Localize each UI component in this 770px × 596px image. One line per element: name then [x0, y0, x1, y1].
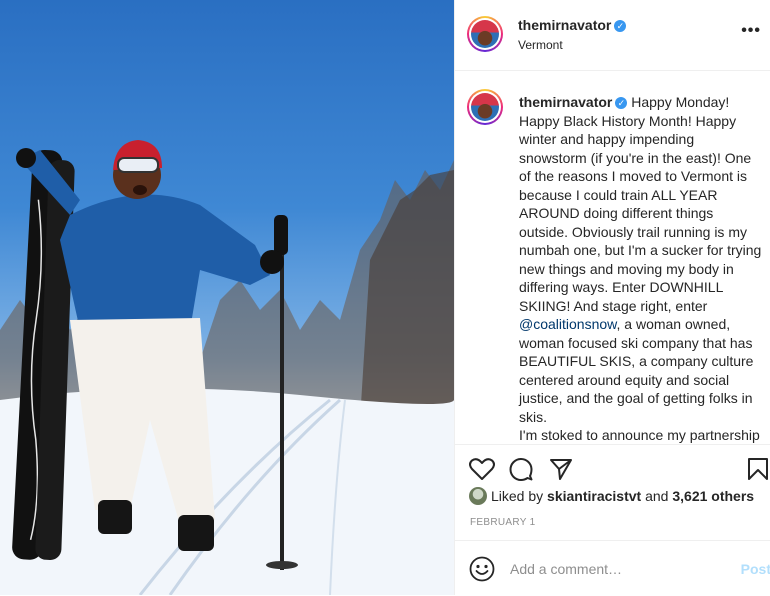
likes-joiner: and [645, 488, 669, 504]
post-date[interactable]: FEBRUARY 1 [470, 517, 535, 528]
caption-text: themirnavator ✓ Happy Monday! Happy Black… [519, 93, 762, 443]
likes-count[interactable]: 3,621 others [672, 488, 754, 504]
liker-avatar[interactable] [469, 487, 487, 505]
comment-box: Add a comment… Post [455, 540, 770, 596]
save-bookmark-icon[interactable] [747, 457, 769, 481]
comment-input[interactable]: Add a comment… [510, 561, 622, 577]
caption-avatar[interactable] [467, 89, 503, 125]
post-header: themirnavator ✓ Vermont ••• [455, 0, 770, 71]
post-actions-bar [455, 444, 770, 493]
more-options-icon[interactable]: ••• [741, 22, 761, 40]
emoji-smiley-icon[interactable] [469, 556, 495, 582]
liker-username[interactable]: skiantiracistvt [547, 488, 641, 504]
verified-badge-icon: ✓ [615, 97, 628, 109]
caption-username[interactable]: themirnavator [519, 94, 612, 110]
avatar[interactable] [467, 16, 503, 52]
caption-body-continued: , a woman owned, woman focused ski compa… [519, 316, 754, 425]
post-detail-panel: themirnavator ✓ Vermont ••• themirnavator… [454, 0, 770, 595]
caption-scroll-area[interactable]: themirnavator ✓ Happy Monday! Happy Black… [455, 71, 770, 443]
header-username-row: themirnavator ✓ [518, 17, 627, 35]
verified-badge-icon: ✓ [614, 20, 627, 32]
caption-continuation: I'm stoked to announce my partnership wi… [519, 427, 760, 443]
comment-bubble-icon[interactable] [509, 457, 533, 481]
like-heart-icon[interactable] [469, 457, 495, 481]
post-photo[interactable] [0, 0, 454, 595]
mention-link[interactable]: @coalitionsnow [519, 316, 617, 332]
location-link[interactable]: Vermont [518, 38, 563, 52]
post-comment-button[interactable]: Post [741, 561, 770, 577]
share-send-icon[interactable] [549, 457, 573, 481]
caption-body: Happy Monday! Happy Black History Month!… [519, 94, 762, 314]
header-username[interactable]: themirnavator [518, 17, 611, 33]
likes-summary: Liked by skiantiracistvt and 3,621 other… [469, 487, 754, 505]
skier-photo-illustration [0, 140, 454, 595]
likes-prefix: Liked by [491, 488, 544, 504]
